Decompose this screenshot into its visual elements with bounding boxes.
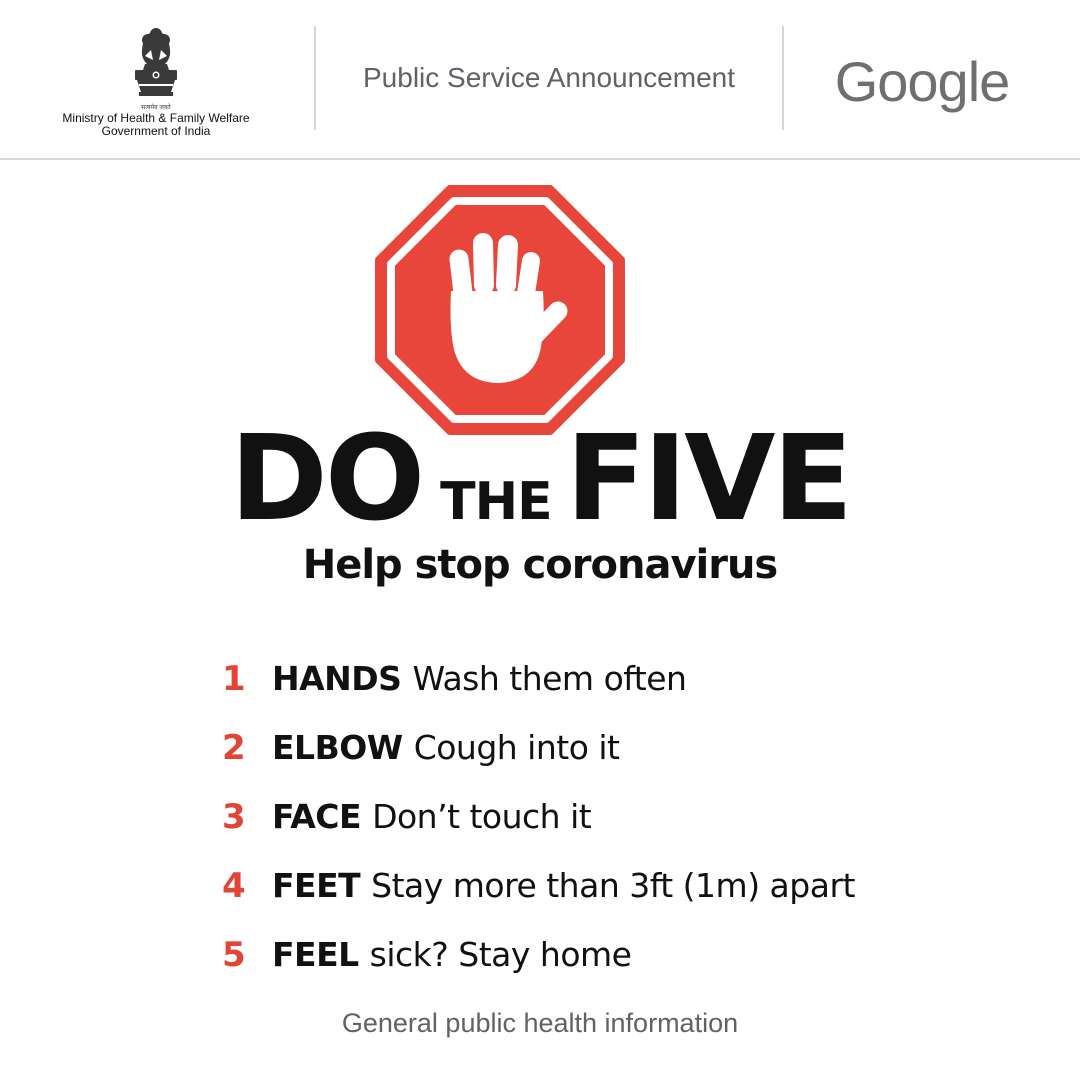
list-item: 3 FACE Don’t touch it [222, 782, 1042, 851]
ministry-block: सत्यमेव जयते Ministry of Health & Family… [50, 20, 262, 140]
step-text: Stay more than 3ft (1m) apart [371, 866, 855, 905]
step-keyword: HANDS [272, 659, 402, 698]
headline-do: DO [229, 409, 425, 547]
step-number: 2 [222, 727, 246, 768]
headline-the: THE [440, 472, 553, 532]
header: सत्यमेव जयते Ministry of Health & Family… [0, 0, 1080, 160]
list-item: 5 FEEL sick? Stay home [222, 920, 1042, 989]
headline: DO THE FIVE [0, 419, 1080, 537]
step-text: Don’t touch it [372, 797, 592, 836]
list-item: 2 ELBOW Cough into it [222, 713, 1042, 782]
step-keyword: FACE [272, 797, 362, 836]
header-divider [314, 26, 316, 130]
step-keyword: FEEL [272, 935, 359, 974]
step-number: 5 [222, 934, 246, 975]
google-logo: Google [834, 50, 1011, 113]
headline-five: FIVE [565, 409, 853, 547]
subtitle: Help stop coronavirus [302, 542, 779, 588]
footer-note: General public health information [341, 1008, 739, 1038]
national-emblem-icon [135, 28, 177, 96]
step-text: Cough into it [413, 728, 620, 767]
step-text: sick? Stay home [369, 935, 632, 974]
step-number: 4 [222, 865, 246, 906]
list-item: 1 HANDS Wash them often [222, 644, 1042, 713]
stop-hand-icon [375, 185, 625, 435]
list-item: 4 FEET Stay more than 3ft (1m) apart [222, 851, 1042, 920]
steps-list: 1 HANDS Wash them often 2 ELBOW Cough in… [222, 644, 1042, 989]
psa-label: Public Service Announcement [363, 62, 735, 93]
step-keyword: ELBOW [272, 728, 403, 767]
step-number: 3 [222, 796, 246, 837]
step-text: Wash them often [412, 659, 687, 698]
step-keyword: FEET [272, 866, 361, 905]
government-name: Government of India [101, 124, 211, 138]
step-number: 1 [222, 658, 246, 699]
header-divider [782, 26, 784, 130]
